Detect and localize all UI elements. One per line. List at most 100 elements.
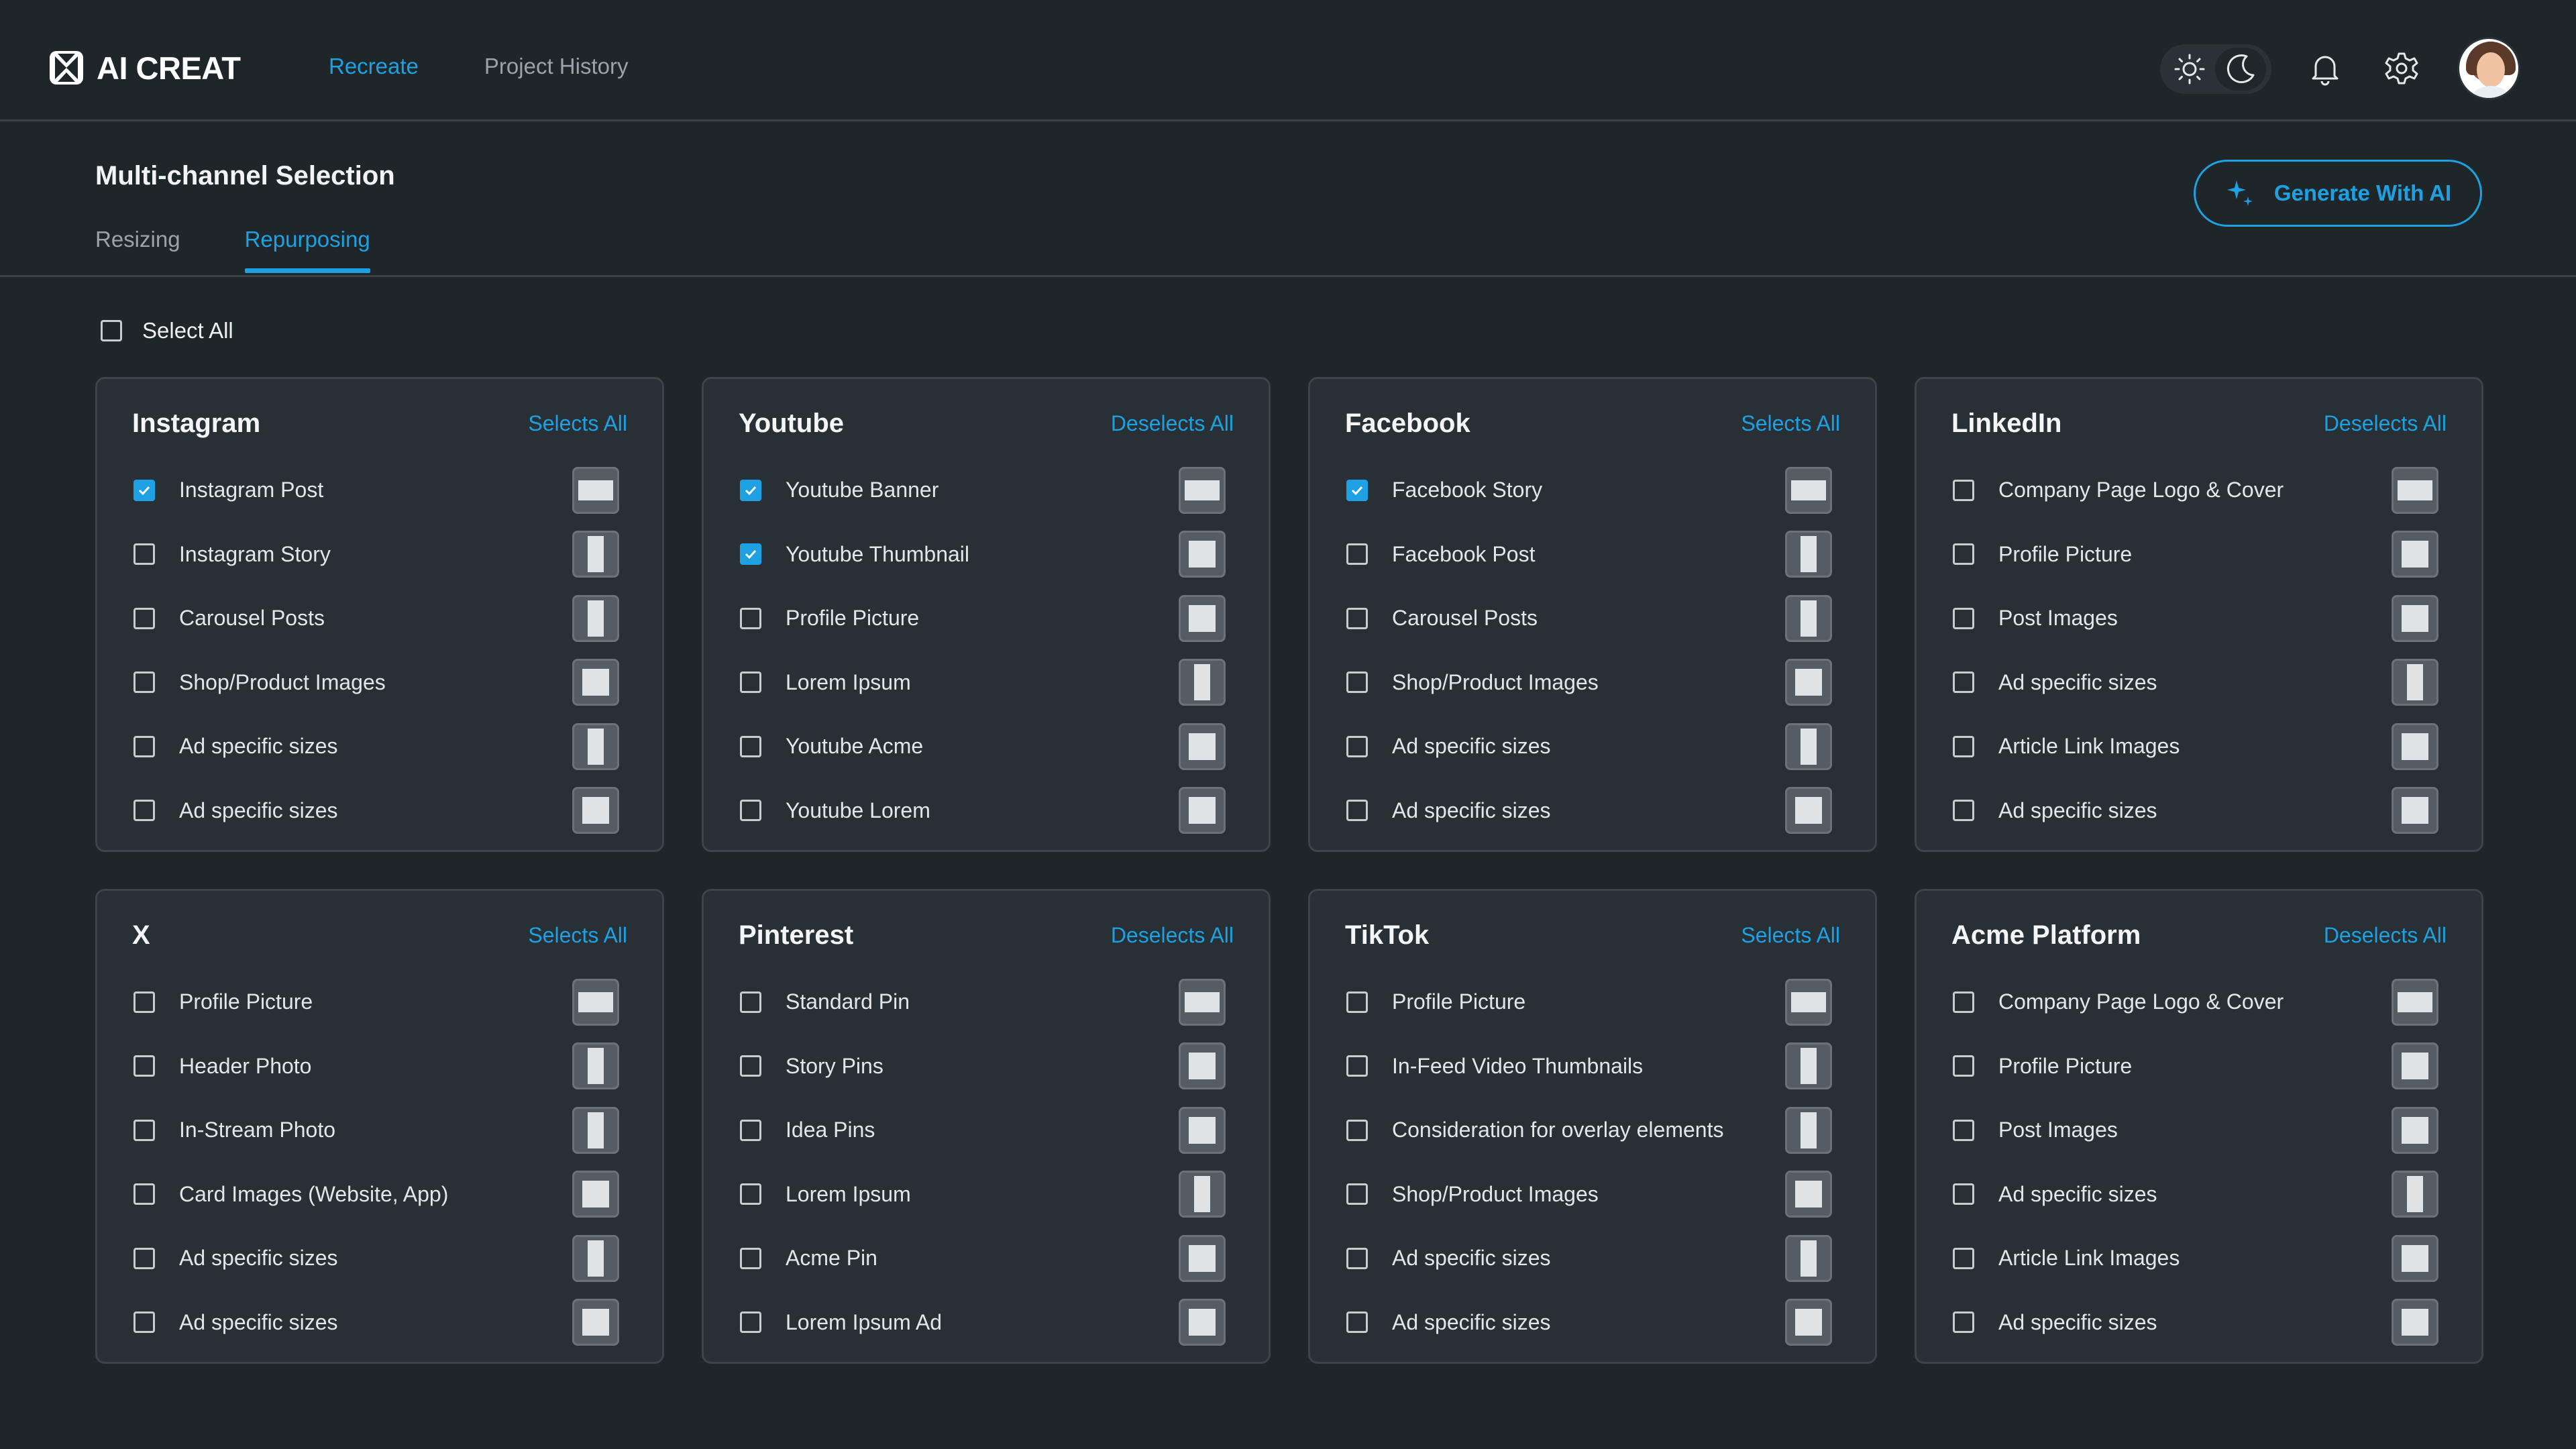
avatar[interactable] (2457, 37, 2520, 100)
item-checkbox[interactable] (1346, 543, 1368, 566)
list-item[interactable]: Profile Picture (740, 586, 1226, 651)
list-item[interactable]: Ad specific sizes (1953, 779, 2438, 843)
item-checkbox[interactable] (1346, 607, 1368, 629)
list-item[interactable]: Instagram Story (133, 523, 619, 587)
item-checkbox[interactable] (1346, 735, 1368, 757)
item-checkbox[interactable] (1953, 1183, 1974, 1205)
list-item[interactable]: Youtube Lorem (740, 779, 1226, 843)
list-item[interactable]: Profile Picture (1953, 523, 2438, 587)
item-checkbox[interactable] (1346, 672, 1368, 694)
list-item[interactable]: Youtube Acme (740, 714, 1226, 779)
item-checkbox[interactable] (133, 672, 155, 694)
item-checkbox[interactable] (133, 735, 155, 757)
list-item[interactable]: Card Images (Website, App) (133, 1163, 619, 1227)
item-checkbox[interactable] (133, 1183, 155, 1205)
item-checkbox[interactable] (740, 1183, 761, 1205)
generate-with-ai-button[interactable]: Generate With AI (2194, 160, 2482, 227)
nav-recreate[interactable]: Recreate (329, 54, 419, 79)
card-toggle-all[interactable]: Selects All (1741, 411, 1840, 436)
list-item[interactable]: Shop/Product Images (1346, 651, 1832, 715)
list-item[interactable]: Company Page Logo & Cover (1953, 458, 2438, 523)
item-checkbox[interactable] (740, 672, 761, 694)
card-toggle-all[interactable]: Deselects All (2324, 411, 2447, 436)
list-item[interactable]: Shop/Product Images (1346, 1163, 1832, 1227)
list-item[interactable]: Acme Pin (740, 1226, 1226, 1291)
list-item[interactable]: Idea Pins (740, 1098, 1226, 1163)
item-checkbox[interactable] (740, 1119, 761, 1141)
item-checkbox[interactable] (133, 479, 155, 501)
item-checkbox[interactable] (1953, 1247, 1974, 1269)
item-checkbox[interactable] (1346, 1247, 1368, 1269)
theme-toggle[interactable] (2160, 44, 2271, 94)
item-checkbox[interactable] (1953, 543, 1974, 566)
select-all-control[interactable]: Select All (101, 318, 233, 343)
list-item[interactable]: Ad specific sizes (1953, 1291, 2438, 1355)
item-checkbox[interactable] (1346, 991, 1368, 1013)
list-item[interactable]: In-Feed Video Thumbnails (1346, 1034, 1832, 1099)
list-item[interactable]: Lorem Ipsum (740, 1163, 1226, 1227)
nav-project-history[interactable]: Project History (484, 54, 629, 79)
list-item[interactable]: Shop/Product Images (133, 651, 619, 715)
card-toggle-all[interactable]: Selects All (528, 923, 627, 948)
item-checkbox[interactable] (740, 1311, 761, 1334)
item-checkbox[interactable] (740, 800, 761, 822)
list-item[interactable]: Profile Picture (1346, 970, 1832, 1034)
item-checkbox[interactable] (133, 800, 155, 822)
list-item[interactable]: Lorem Ipsum Ad (740, 1291, 1226, 1355)
item-checkbox[interactable] (740, 543, 761, 566)
list-item[interactable]: Facebook Story (1346, 458, 1832, 523)
item-checkbox[interactable] (133, 1311, 155, 1334)
list-item[interactable]: Ad specific sizes (133, 1226, 619, 1291)
item-checkbox[interactable] (1346, 1055, 1368, 1077)
item-checkbox[interactable] (1346, 479, 1368, 501)
card-toggle-all[interactable]: Deselects All (1111, 923, 1234, 948)
list-item[interactable]: Carousel Posts (133, 586, 619, 651)
list-item[interactable]: Ad specific sizes (133, 779, 619, 843)
item-checkbox[interactable] (133, 1055, 155, 1077)
item-checkbox[interactable] (1346, 800, 1368, 822)
list-item[interactable]: Company Page Logo & Cover (1953, 970, 2438, 1034)
item-checkbox[interactable] (133, 1247, 155, 1269)
list-item[interactable]: Post Images (1953, 586, 2438, 651)
list-item[interactable]: Carousel Posts (1346, 586, 1832, 651)
item-checkbox[interactable] (1953, 1119, 1974, 1141)
list-item[interactable]: Story Pins (740, 1034, 1226, 1099)
select-all-checkbox[interactable] (101, 320, 122, 341)
list-item[interactable]: Instagram Post (133, 458, 619, 523)
list-item[interactable]: In-Stream Photo (133, 1098, 619, 1163)
list-item[interactable]: Consideration for overlay elements (1346, 1098, 1832, 1163)
item-checkbox[interactable] (133, 1119, 155, 1141)
list-item[interactable]: Ad specific sizes (133, 1291, 619, 1355)
light-mode-button[interactable] (2164, 48, 2215, 91)
item-checkbox[interactable] (1953, 1055, 1974, 1077)
app-logo[interactable]: AI CREAT (47, 47, 241, 89)
card-toggle-all[interactable]: Deselects All (2324, 923, 2447, 948)
item-checkbox[interactable] (1953, 800, 1974, 822)
list-item[interactable]: Youtube Thumbnail (740, 523, 1226, 587)
item-checkbox[interactable] (740, 1055, 761, 1077)
item-checkbox[interactable] (740, 607, 761, 629)
list-item[interactable]: Header Photo (133, 1034, 619, 1099)
list-item[interactable]: Profile Picture (133, 970, 619, 1034)
item-checkbox[interactable] (133, 543, 155, 566)
item-checkbox[interactable] (1953, 672, 1974, 694)
item-checkbox[interactable] (740, 1247, 761, 1269)
item-checkbox[interactable] (1346, 1183, 1368, 1205)
list-item[interactable]: Ad specific sizes (1346, 1291, 1832, 1355)
item-checkbox[interactable] (1346, 1311, 1368, 1334)
tab-resizing[interactable]: Resizing (95, 227, 180, 271)
item-checkbox[interactable] (740, 735, 761, 757)
list-item[interactable]: Standard Pin (740, 970, 1226, 1034)
list-item[interactable]: Ad specific sizes (1953, 651, 2438, 715)
list-item[interactable]: Facebook Post (1346, 523, 1832, 587)
item-checkbox[interactable] (133, 991, 155, 1013)
notifications-button[interactable] (2304, 47, 2347, 90)
item-checkbox[interactable] (1953, 735, 1974, 757)
list-item[interactable]: Ad specific sizes (1953, 1163, 2438, 1227)
list-item[interactable]: Ad specific sizes (1346, 714, 1832, 779)
list-item[interactable]: Post Images (1953, 1098, 2438, 1163)
item-checkbox[interactable] (740, 991, 761, 1013)
card-toggle-all[interactable]: Selects All (1741, 923, 1840, 948)
tab-repurposing[interactable]: Repurposing (244, 227, 370, 273)
list-item[interactable]: Youtube Banner (740, 458, 1226, 523)
